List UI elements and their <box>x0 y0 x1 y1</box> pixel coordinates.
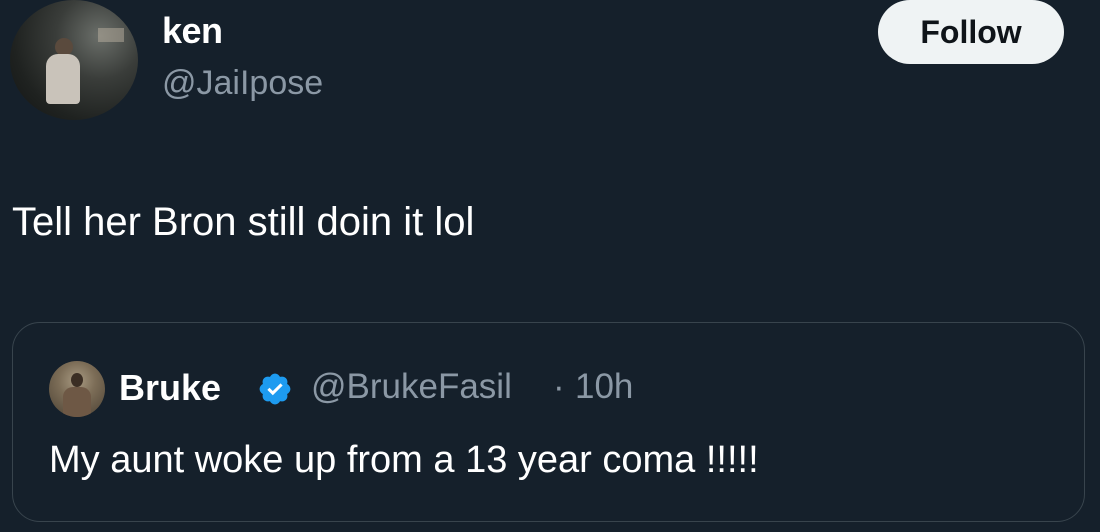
author-display-name[interactable]: ken <box>162 10 223 52</box>
quoted-tweet-text: My aunt woke up from a 13 year coma !!!!… <box>49 439 759 481</box>
quoted-tweet-timestamp[interactable]: 10h <box>575 367 633 407</box>
verified-badge-icon <box>259 373 291 405</box>
quoted-avatar-body <box>63 387 91 417</box>
quoted-tweet-card[interactable]: Bruke @BrukeFasil · 10h My aunt woke up … <box>12 322 1085 522</box>
quoted-author-handle[interactable]: @BrukeFasil <box>311 367 512 407</box>
quoted-avatar-face <box>71 373 83 387</box>
avatar-background-light <box>98 28 124 42</box>
author-avatar[interactable] <box>10 0 138 120</box>
tweet-text: Tell her Bron still doin it lol <box>12 200 475 244</box>
quoted-author-avatar[interactable] <box>49 361 105 417</box>
avatar-figure-body <box>46 54 80 104</box>
follow-button[interactable]: Follow <box>878 0 1064 64</box>
quoted-author-display-name[interactable]: Bruke <box>119 367 221 409</box>
meta-separator: · <box>553 367 565 406</box>
author-handle[interactable]: @JaiIpose <box>162 64 323 103</box>
